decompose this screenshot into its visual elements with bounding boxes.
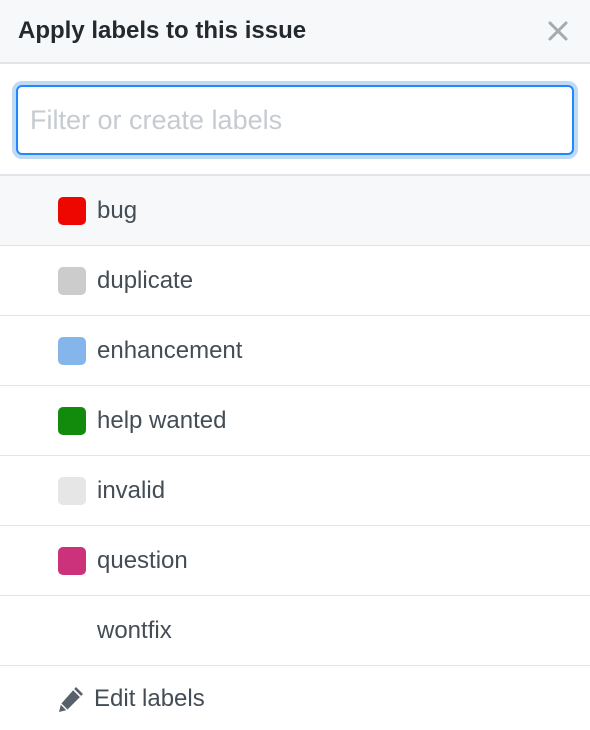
label-name: duplicate	[97, 266, 194, 294]
label-color-swatch	[58, 546, 86, 575]
label-item-question[interactable]: question	[0, 526, 590, 596]
label-color-swatch	[58, 266, 86, 295]
label-list: bug duplicate enhancement help wanted in…	[0, 176, 590, 666]
label-item-wontfix[interactable]: wontfix	[0, 596, 590, 666]
filter-area	[0, 64, 590, 176]
label-item-enhancement[interactable]: enhancement	[0, 316, 590, 386]
label-color-swatch	[58, 617, 86, 645]
label-item-bug[interactable]: bug	[0, 176, 590, 246]
label-color-swatch	[58, 336, 86, 365]
edit-labels-link[interactable]: Edit labels	[0, 666, 590, 730]
label-name: help wanted	[97, 406, 227, 434]
label-picker-panel: Apply labels to this issue bug duplicate…	[0, 0, 590, 730]
label-name: bug	[97, 196, 138, 224]
panel-header: Apply labels to this issue	[0, 0, 590, 64]
label-item-help-wanted[interactable]: help wanted	[0, 386, 590, 456]
label-filter-input[interactable]	[16, 85, 574, 155]
close-icon[interactable]	[544, 17, 572, 45]
label-name: question	[97, 546, 188, 574]
label-name: invalid	[97, 476, 166, 504]
label-color-swatch	[58, 476, 86, 505]
label-item-duplicate[interactable]: duplicate	[0, 246, 590, 316]
edit-labels-text: Edit labels	[94, 685, 205, 712]
label-name: wontfix	[97, 616, 172, 644]
label-name: enhancement	[97, 336, 243, 364]
label-color-swatch	[58, 196, 86, 225]
panel-title: Apply labels to this issue	[18, 17, 307, 44]
label-item-invalid[interactable]: invalid	[0, 456, 590, 526]
pencil-icon	[56, 684, 86, 714]
label-color-swatch	[58, 406, 86, 435]
